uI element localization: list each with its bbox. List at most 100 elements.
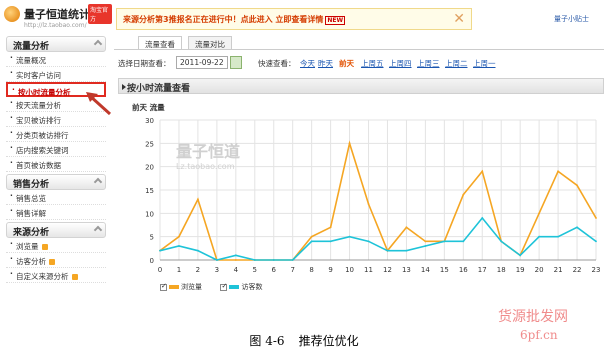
data-point-s1-19	[519, 254, 522, 257]
data-point-s0-2	[197, 198, 199, 201]
sidebar-item-sales-overview[interactable]: 销售总览	[6, 190, 106, 205]
sidebar-item-traffic-overview[interactable]: 流量概况	[6, 52, 106, 67]
data-point-s1-16	[462, 240, 465, 243]
tab-traffic-view[interactable]: 流量查看	[138, 36, 182, 50]
logo[interactable]: 量子恒道统计 淘宝官方 http://lz.taobao.com/	[4, 4, 112, 34]
y-tick-label: 30	[145, 117, 154, 125]
collapse-icon[interactable]	[93, 39, 103, 49]
data-point-s1-18	[500, 240, 503, 243]
x-tick-label: 11	[364, 266, 373, 274]
data-point-s1-12	[386, 249, 389, 252]
x-tick-label: 12	[383, 266, 392, 274]
x-tick-label: 10	[345, 266, 354, 274]
y-tick-label: 15	[145, 187, 154, 195]
sidebar-item-visitor-analysis[interactable]: 访客分析	[6, 253, 106, 268]
data-point-s1-3	[215, 259, 218, 261]
y-tick-label: 20	[145, 164, 154, 172]
tips-link[interactable]: 量子小贴士	[554, 14, 589, 24]
x-tick-label: 15	[440, 266, 449, 274]
quick-last-mon[interactable]: 上周一	[473, 58, 496, 69]
x-tick-label: 16	[459, 266, 468, 274]
lock-icon	[71, 274, 78, 280]
x-tick-label: 2	[196, 266, 200, 274]
x-tick-label: 4	[234, 266, 239, 274]
quick-last-tue[interactable]: 上周二	[445, 58, 468, 69]
sidebar-item-label: 访客分析	[16, 257, 46, 266]
sidebar-item-label: 浏览量	[16, 242, 39, 251]
x-tick-label: 17	[478, 266, 487, 274]
data-point-s1-5	[253, 259, 256, 261]
legend-checkbox-visitors[interactable]	[220, 282, 228, 291]
quick-day-before[interactable]: 前天	[339, 58, 354, 69]
sidebar-item-realtime-visits[interactable]: 实时客户访问	[6, 67, 106, 82]
data-point-s0-9	[329, 226, 332, 229]
chart-watermark: 量子恒道 Lz.taobao.com	[176, 138, 240, 171]
lock-icon	[49, 259, 55, 265]
quick-last-fri[interactable]: 上周五	[361, 58, 384, 69]
caption-text: 推荐位优化	[298, 334, 359, 348]
quick-last-thu[interactable]: 上周四	[389, 58, 412, 69]
sidebar-item-pageviews[interactable]: 浏览量	[6, 238, 106, 253]
data-point-s0-16	[462, 193, 465, 196]
notice-bar[interactable]: 来源分析第3推报名正在进行中！点此进入 立即查看详情 NEW ✕	[116, 8, 472, 30]
x-tick-label: 23	[592, 266, 601, 274]
quick-yesterday[interactable]: 昨天	[318, 58, 333, 69]
hourly-traffic-chart: 0510152025300 1 2 3 4 5 6 7 8 9 10 11 12 13 14 15 16 17 18…	[145, 117, 601, 274]
data-point-s0-10	[348, 142, 351, 145]
chart-legend: 浏览量 访客数	[160, 282, 262, 294]
logo-name: 量子恒道统计	[24, 8, 90, 21]
data-point-s1-11	[367, 240, 370, 243]
pointer-arrow-icon	[86, 92, 112, 116]
sidebar-item-custom-source[interactable]: 自定义来源分析	[6, 268, 106, 283]
quick-last-wed[interactable]: 上周三	[417, 58, 440, 69]
legend-swatch-visitors	[229, 285, 240, 289]
sidebar-section-sales[interactable]: 销售分析	[6, 174, 106, 190]
data-point-s0-4	[234, 259, 237, 261]
close-icon[interactable]: ✕	[453, 11, 465, 27]
data-point-s1-6	[272, 259, 275, 261]
section-title: 来源分析	[13, 228, 50, 238]
x-tick-label: 5	[253, 266, 257, 274]
sidebar-section-source[interactable]: 来源分析	[6, 222, 106, 238]
data-point-s1-7	[291, 259, 294, 261]
data-point-s0-13	[405, 226, 408, 229]
data-point-s0-23	[595, 217, 597, 219]
x-tick-label: 9	[328, 266, 332, 274]
legend-checkbox-pageviews[interactable]	[160, 282, 167, 291]
x-tick-label: 18	[497, 266, 506, 274]
notice-text[interactable]: 来源分析第3推报名正在进行中！点此进入 立即查看详情 NEW	[123, 14, 346, 25]
section-title: 销售分析	[13, 180, 50, 190]
x-tick-label: 13	[402, 266, 411, 274]
sidebar-item-search-keywords[interactable]: 店内搜索关键词	[6, 142, 106, 157]
y-tick-label: 10	[145, 210, 154, 218]
data-point-s1-2	[197, 249, 199, 252]
tab-traffic-compare[interactable]: 流量对比	[188, 36, 232, 50]
data-point-s1-8	[310, 240, 313, 243]
collapse-icon[interactable]	[93, 225, 103, 235]
legend-label-pageviews: 浏览量	[181, 283, 202, 291]
quick-today[interactable]: 今天	[300, 58, 315, 69]
lock-icon	[41, 244, 48, 250]
sidebar-item-homepage-data[interactable]: 首页被访数据	[6, 157, 106, 172]
data-point-s0-17	[481, 170, 484, 173]
calendar-icon[interactable]	[230, 56, 242, 69]
date-input[interactable]: 2011-09-22	[176, 56, 228, 69]
quick-label: 快速查看：	[258, 59, 296, 68]
data-point-s0-1	[178, 235, 180, 238]
sidebar-item-category-ranking[interactable]: 分类页被访排行	[6, 127, 106, 142]
data-point-s1-17	[481, 217, 484, 219]
data-point-s1-13	[405, 249, 408, 252]
x-tick-label: 0	[158, 266, 162, 274]
sidebar-item-label: 自定义来源分析	[16, 272, 69, 281]
data-point-s1-23	[595, 240, 597, 243]
series-line-1	[159, 216, 597, 261]
x-tick-label: 3	[215, 266, 219, 274]
x-tick-label: 20	[535, 266, 544, 274]
watermark-title: 量子恒道	[176, 142, 241, 161]
data-point-s1-15	[443, 240, 446, 243]
sidebar-item-sales-detail[interactable]: 销售详解	[6, 205, 106, 220]
legend-label-visitors: 访客数	[241, 283, 263, 291]
data-point-s1-10	[348, 235, 351, 238]
sidebar-section-traffic[interactable]: 流量分析	[6, 36, 106, 52]
collapse-icon[interactable]	[93, 177, 103, 187]
